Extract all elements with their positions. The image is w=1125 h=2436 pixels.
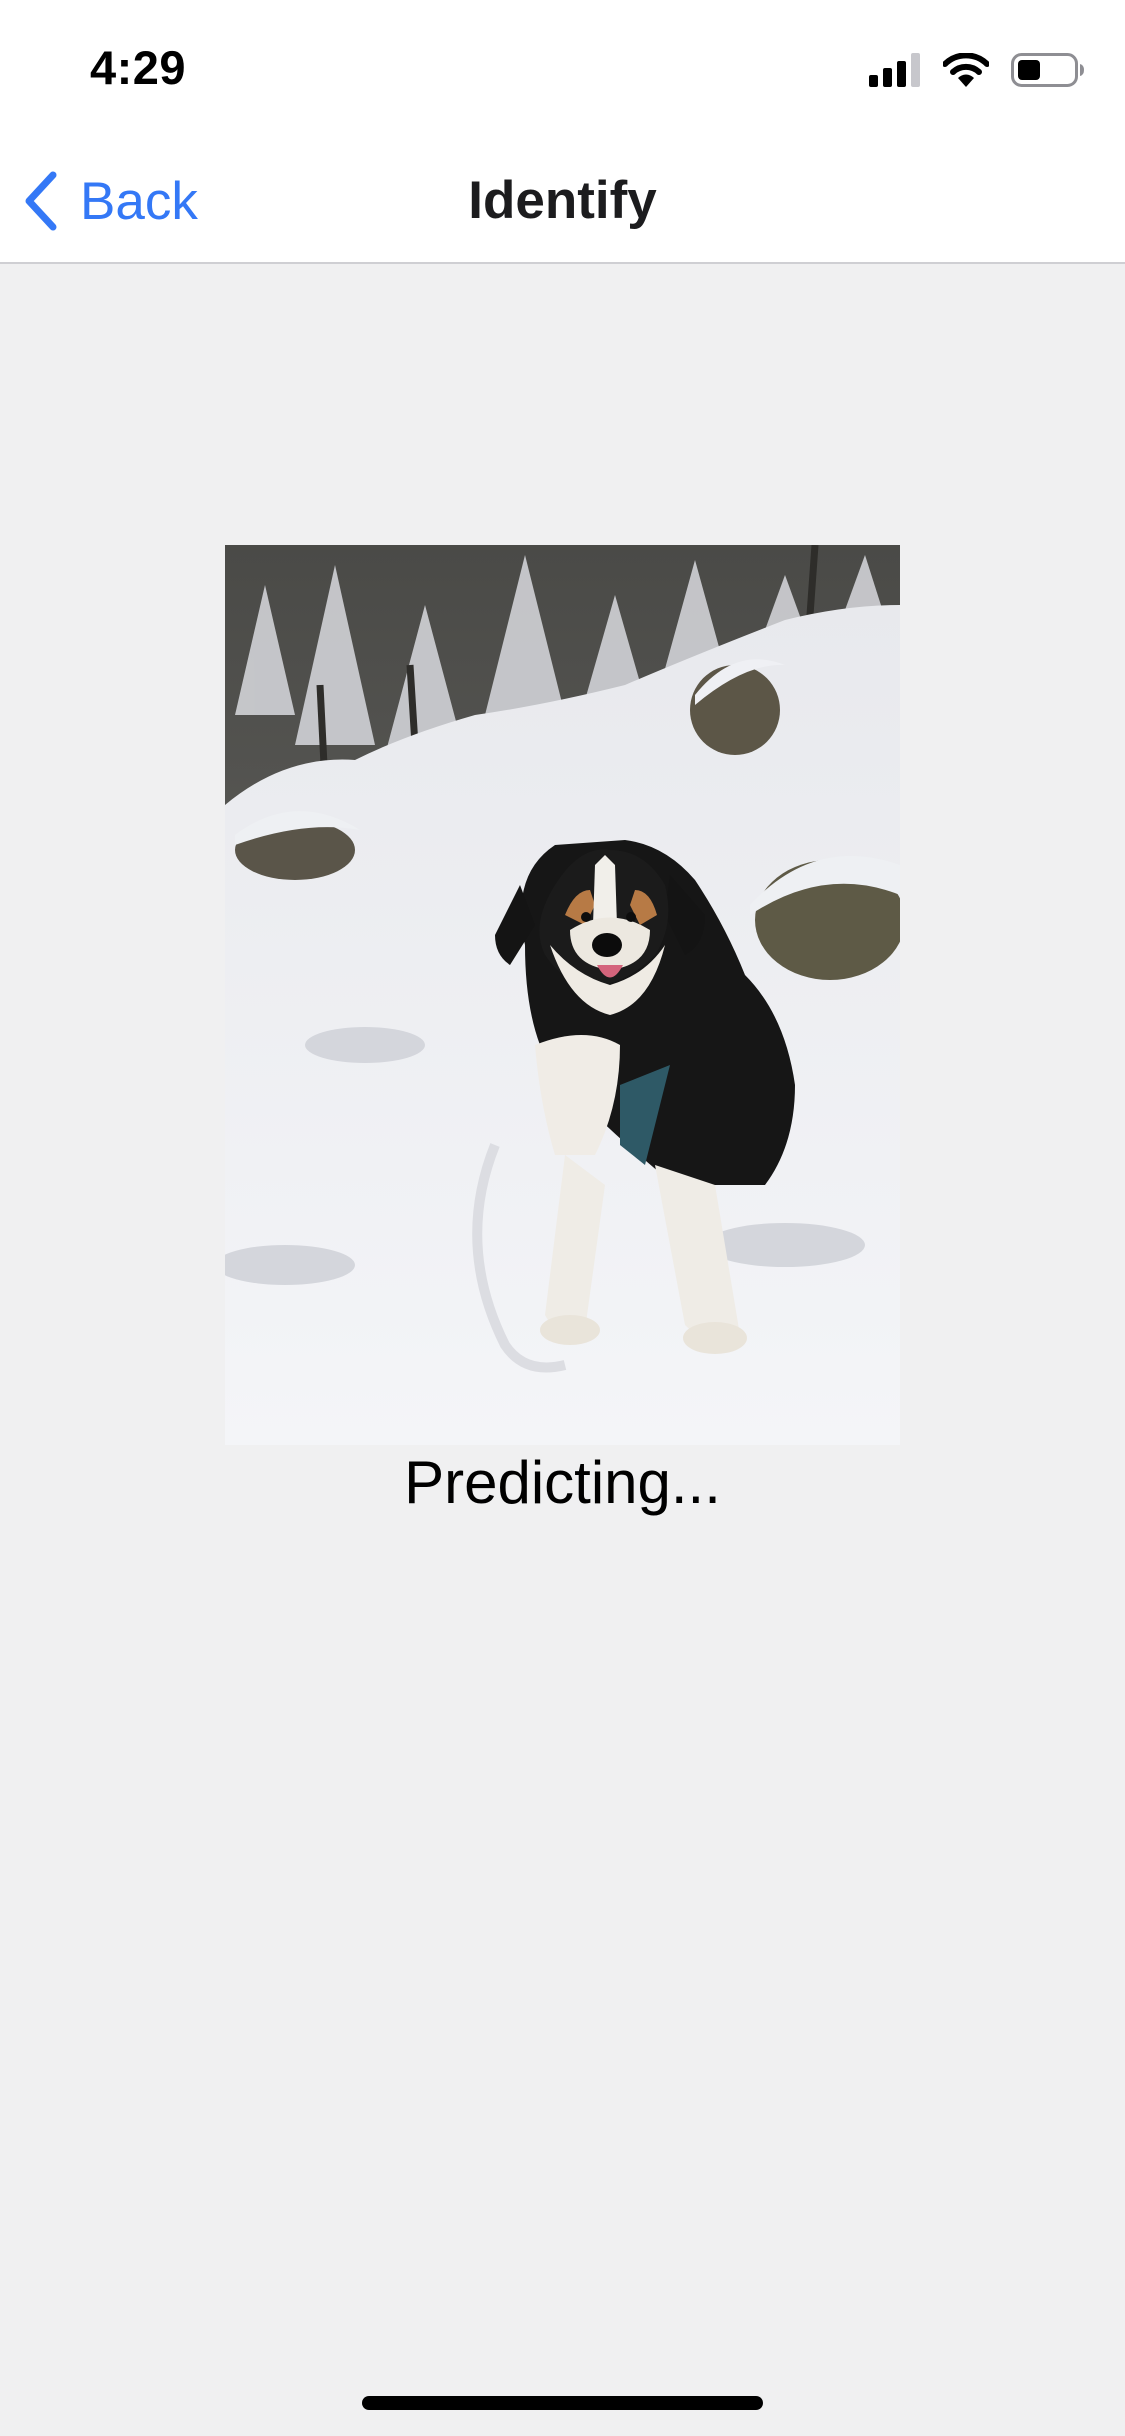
page-title: Identify <box>468 171 657 230</box>
prediction-status: Predicting... <box>404 1449 721 1516</box>
battery-icon <box>1011 53 1084 87</box>
cellular-signal-icon <box>869 53 920 87</box>
status-icons <box>869 50 1085 90</box>
wifi-icon <box>943 53 989 87</box>
status-bar: 4:29 <box>0 0 1125 138</box>
navigation-bar: Back Identify <box>0 138 1125 264</box>
dog-in-snow-photo <box>225 545 900 1445</box>
home-indicator[interactable] <box>362 2396 763 2410</box>
status-time: 4:29 <box>90 41 187 94</box>
top-bar-area: 4:29 Back Identify <box>0 0 1125 264</box>
